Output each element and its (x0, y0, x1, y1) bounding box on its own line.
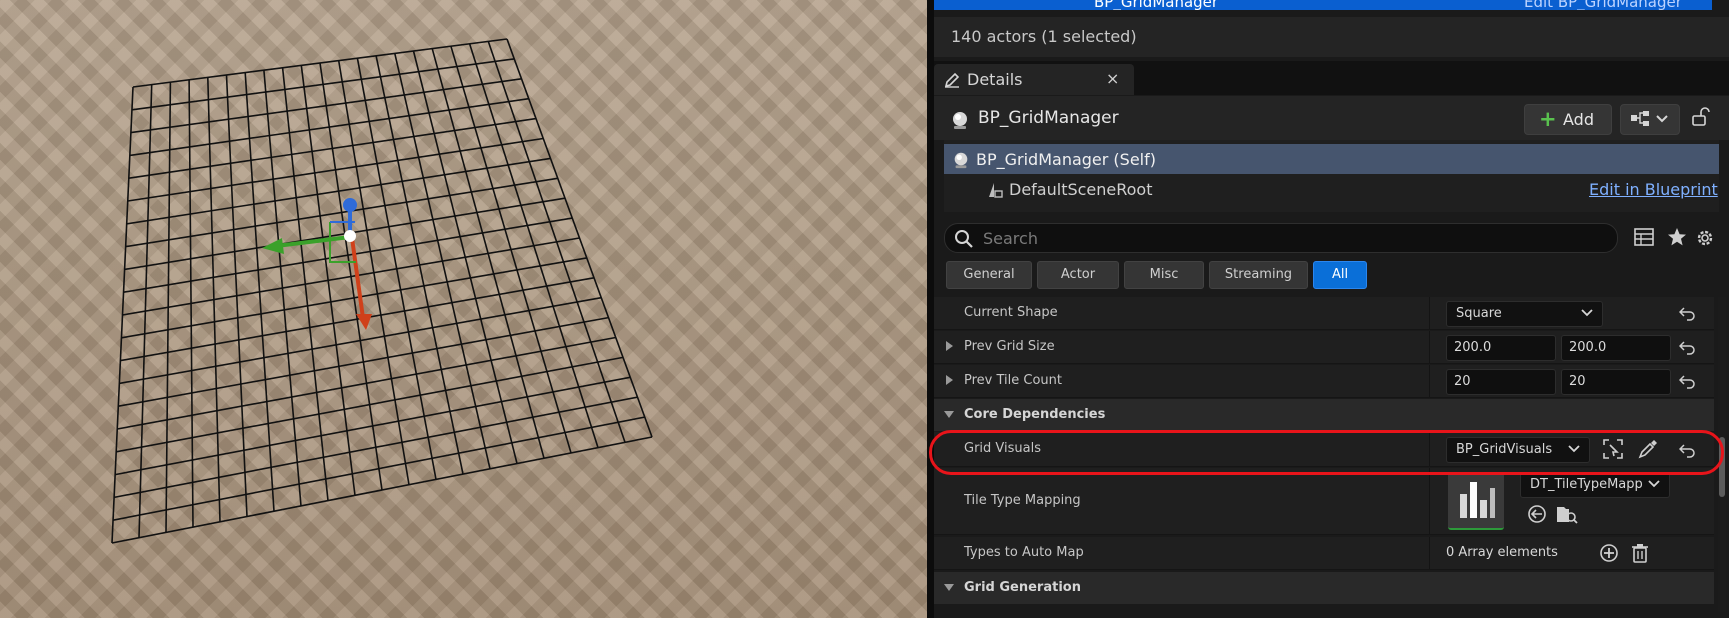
dropdown-value: Square (1456, 306, 1502, 321)
property-label: Tile Type Mapping (964, 493, 1081, 508)
outliner-actor-label: BP_GridManager (1094, 0, 1219, 10)
browse-asset-icon[interactable] (1556, 504, 1578, 528)
star-icon[interactable] (1667, 227, 1687, 251)
property-label: Current Shape (964, 305, 1058, 320)
outliner-status-bar: 140 actors (1 selected) (934, 17, 1729, 57)
tab-details[interactable]: Details × (934, 64, 1134, 95)
section-label: Core Dependencies (964, 407, 1106, 422)
property-label: Prev Grid Size (964, 339, 1055, 354)
filter-all[interactable]: All (1313, 261, 1367, 289)
expand-arrow-icon[interactable] (946, 375, 953, 385)
details-header: BP_GridManager + Add (934, 96, 1729, 140)
actor-count: 140 actors (1 selected) (951, 27, 1137, 46)
add-element-icon[interactable] (1599, 543, 1619, 567)
trash-icon[interactable] (1631, 543, 1649, 567)
expand-arrow-icon[interactable] (946, 341, 953, 351)
details-panel: BP_GridManager Edit BP_GridManager 140 a… (934, 0, 1729, 618)
edit-in-blueprint-link[interactable]: Edit in Blueprint (1589, 180, 1718, 199)
actor-class-icon (952, 151, 970, 173)
asset-thumbnail[interactable] (1448, 472, 1504, 530)
reset-icon[interactable] (1678, 305, 1695, 325)
current-shape-dropdown[interactable]: Square (1446, 301, 1603, 327)
search-row (934, 220, 1729, 256)
property-prev-grid-size[interactable]: Prev Grid Size 200.0 200.0 (934, 331, 1714, 364)
reset-icon[interactable] (1678, 373, 1695, 393)
tab-strip: Details × (934, 61, 1729, 95)
filter-chips: General Actor Misc Streaming All (934, 261, 1729, 291)
actor-name: BP_GridManager (978, 108, 1119, 128)
lock-icon[interactable] (1690, 106, 1710, 132)
field-value: 20 (1454, 374, 1471, 389)
component-self-label: BP_GridManager (Self) (976, 150, 1156, 169)
gizmo-x-axis[interactable] (350, 237, 365, 319)
highlight-annotation (929, 430, 1724, 475)
array-count: 0 Array elements (1446, 545, 1558, 560)
collapse-arrow-icon[interactable] (944, 584, 954, 591)
blueprint-options-button[interactable] (1620, 104, 1680, 135)
field-value: 200.0 (1454, 340, 1492, 355)
component-tree: BP_GridManager (Self) DefaultSceneRoot E… (944, 140, 1719, 212)
gizmo-z-handle[interactable] (343, 198, 357, 212)
outliner-selected-row[interactable]: BP_GridManager Edit BP_GridManager (934, 0, 1712, 10)
chevron-down-icon (1648, 480, 1660, 488)
field-value: 200.0 (1569, 340, 1607, 355)
chevron-down-icon (1581, 309, 1593, 317)
section-core-dependencies[interactable]: Core Dependencies (934, 399, 1714, 431)
filter-streaming[interactable]: Streaming (1209, 261, 1308, 289)
add-component-button[interactable]: + Add (1524, 104, 1612, 135)
component-self-row[interactable]: BP_GridManager (Self) (944, 144, 1719, 174)
gizmo-x-arrow[interactable] (356, 314, 372, 330)
tile-type-mapping-picker[interactable]: DT_TileTypeMapp (1520, 472, 1670, 498)
close-icon[interactable]: × (1106, 69, 1119, 88)
gizmo-y-arrow[interactable] (262, 238, 284, 254)
collapse-arrow-icon[interactable] (944, 411, 954, 418)
property-types-to-auto-map: Types to Auto Map 0 Array elements (934, 537, 1714, 570)
property-current-shape: Current Shape Square (934, 297, 1714, 330)
filter-general[interactable]: General (946, 261, 1032, 289)
search-input[interactable] (981, 227, 1605, 249)
actor-class-icon (950, 110, 970, 134)
field-value: 20 (1569, 374, 1586, 389)
property-prev-tile-count[interactable]: Prev Tile Count 20 20 (934, 365, 1714, 398)
reset-icon[interactable] (1678, 339, 1695, 359)
filter-actor[interactable]: Actor (1037, 261, 1119, 289)
prev-tile-count-x[interactable]: 20 (1446, 369, 1556, 395)
prev-grid-size-y[interactable]: 200.0 (1561, 335, 1671, 361)
data-table-icon (1460, 482, 1495, 518)
tab-details-label: Details (967, 70, 1023, 89)
filter-misc[interactable]: Misc (1124, 261, 1204, 289)
add-label: Add (1563, 110, 1594, 129)
gear-icon[interactable] (1694, 227, 1716, 253)
use-selected-icon[interactable] (1527, 504, 1547, 528)
scene-component-icon (986, 181, 1004, 203)
plus-icon: + (1539, 107, 1557, 131)
level-viewport[interactable] (0, 0, 927, 618)
section-grid-generation[interactable]: Grid Generation (934, 572, 1714, 604)
transform-gizmo[interactable] (0, 0, 927, 618)
property-tile-type-mapping: Tile Type Mapping DT_TileTypeMapp (934, 468, 1714, 535)
gizmo-pivot[interactable] (344, 230, 356, 242)
picker-value: DT_TileTypeMapp (1530, 477, 1643, 492)
search-icon (954, 229, 974, 253)
details-search[interactable] (944, 223, 1618, 253)
hierarchy-icon (1631, 111, 1668, 126)
pencil-icon (943, 71, 961, 93)
prev-tile-count-y[interactable]: 20 (1561, 369, 1671, 395)
property-matrix-icon[interactable] (1634, 228, 1654, 250)
panel-splitter[interactable] (927, 0, 934, 618)
outliner-edit-link[interactable]: Edit BP_GridManager (1524, 0, 1682, 10)
prev-grid-size-x[interactable]: 200.0 (1446, 335, 1556, 361)
property-label: Prev Tile Count (964, 373, 1062, 388)
component-root-label: DefaultSceneRoot (1009, 180, 1153, 199)
section-label: Grid Generation (964, 580, 1081, 595)
property-label: Types to Auto Map (964, 545, 1084, 560)
